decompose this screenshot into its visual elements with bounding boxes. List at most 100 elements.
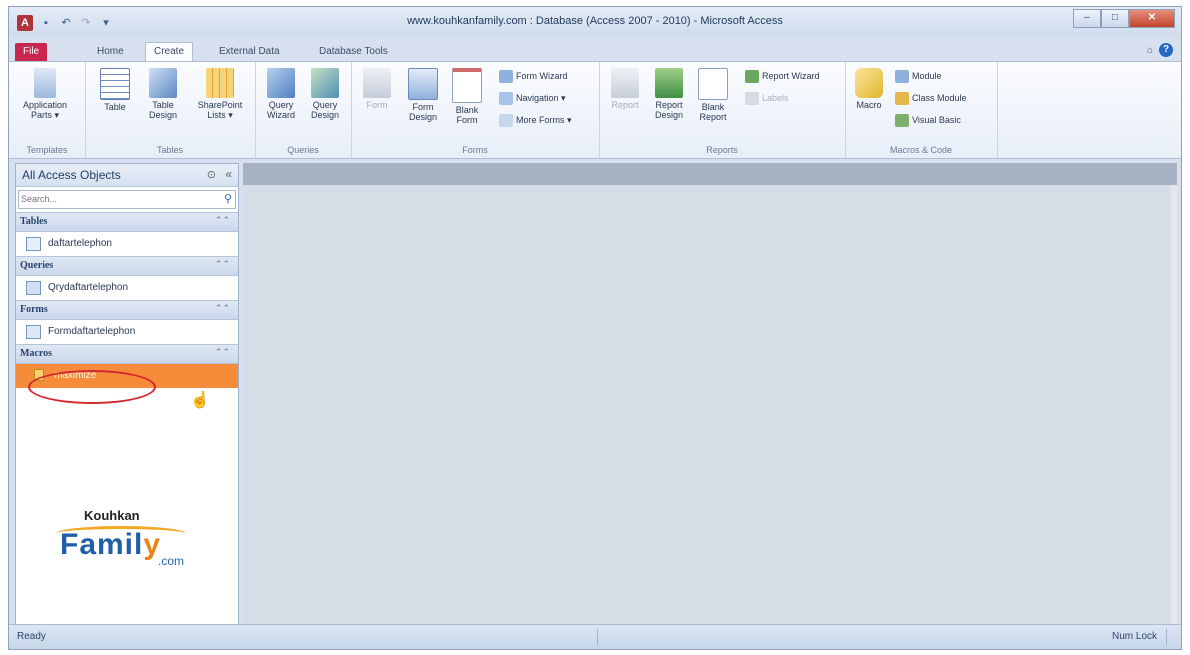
form-wizard-label: Form Wizard xyxy=(516,71,568,81)
group-label-templates: Templates xyxy=(26,145,68,155)
help-area: ⌂ ? xyxy=(1147,43,1173,57)
navigation-pane-header[interactable]: All Access Objects ⊙ « xyxy=(16,164,238,187)
tab-file[interactable]: File xyxy=(15,43,48,61)
group-header-label: Forms xyxy=(20,304,48,315)
blank-form-label: Blank Form xyxy=(455,105,479,125)
more-forms-button[interactable]: More Forms ▾ xyxy=(499,112,572,128)
list-item-form[interactable]: Formdaftartelephon xyxy=(16,320,238,344)
collapse-icon[interactable]: ⌃⌃ xyxy=(215,259,230,270)
query-design-icon xyxy=(311,68,339,98)
document-tab-strip xyxy=(243,163,1177,185)
status-divider xyxy=(1166,629,1167,645)
more-forms-icon xyxy=(499,113,513,127)
group-header-tables[interactable]: Tables ⌃⌃ xyxy=(16,212,238,232)
application-parts-icon xyxy=(34,68,56,98)
navigation-pane-title: All Access Objects xyxy=(22,168,121,182)
window-controls: – □ ✕ xyxy=(1073,9,1175,28)
group-macros-code: Macro Module Class Module Visual Basic M… xyxy=(845,62,998,158)
blank-report-icon xyxy=(698,68,728,100)
table-icon xyxy=(100,68,130,100)
table-icon xyxy=(26,237,41,251)
workspace-scrollbar[interactable] xyxy=(1171,185,1177,625)
navigation-button[interactable]: Navigation ▾ xyxy=(499,90,566,106)
labels-button[interactable]: Labels xyxy=(745,90,789,106)
query-wizard-button[interactable]: Query Wizard xyxy=(259,68,303,120)
group-label-tables: Tables xyxy=(156,145,183,155)
tab-create[interactable]: Create xyxy=(145,42,194,61)
macro-button[interactable]: Macro xyxy=(847,68,891,110)
group-label-reports: Reports xyxy=(706,145,738,155)
form-label: Form xyxy=(366,100,388,110)
sharepoint-lists-button[interactable]: SharePoint Lists ▾ xyxy=(193,68,247,121)
status-text: Ready xyxy=(17,631,46,642)
logo-top-text: Kouhkan xyxy=(84,508,140,523)
group-header-label: Queries xyxy=(20,260,54,271)
sharepoint-lists-label: SharePoint Lists ▾ xyxy=(197,100,243,120)
title-bar: A ▪ ↶ ↷ ▾ www.kouhkanfamily.com : Databa… xyxy=(9,7,1181,37)
document-workspace xyxy=(243,163,1177,625)
tab-home[interactable]: Home xyxy=(89,43,132,61)
close-button[interactable]: ✕ xyxy=(1129,9,1175,28)
group-reports: Report Report Design Blank Report Report… xyxy=(599,62,846,158)
list-item-query[interactable]: Qrydaftartelephon xyxy=(16,276,238,300)
group-header-queries[interactable]: Queries ⌃⌃ xyxy=(16,256,238,276)
report-design-label: Report Design xyxy=(654,100,683,120)
kouhkan-family-logo: Kouhkan Family .com xyxy=(46,504,196,584)
blank-report-button[interactable]: Blank Report xyxy=(691,68,735,122)
form-icon xyxy=(363,68,391,98)
blank-form-icon xyxy=(452,68,482,103)
highlight-oval xyxy=(28,370,156,404)
class-module-button[interactable]: Class Module xyxy=(895,90,967,106)
collapse-icon[interactable]: ⌃⌃ xyxy=(215,347,230,358)
group-header-label: Tables xyxy=(20,216,48,227)
query-design-label: Query Design xyxy=(310,100,339,120)
sharepoint-lists-icon xyxy=(206,68,234,98)
module-label: Module xyxy=(912,71,942,81)
report-wizard-button[interactable]: Report Wizard xyxy=(745,68,820,84)
ribbon: Application Parts ▾ Templates Table Tabl… xyxy=(9,61,1181,159)
application-parts-label: Application Parts ▾ xyxy=(23,100,68,120)
module-button[interactable]: Module xyxy=(895,68,942,84)
report-wizard-icon xyxy=(745,69,759,83)
table-label: Table xyxy=(104,102,126,112)
access-window: A ▪ ↶ ↷ ▾ www.kouhkanfamily.com : Databa… xyxy=(8,6,1182,650)
table-design-button[interactable]: Table Design xyxy=(141,68,185,120)
form-wizard-button[interactable]: Form Wizard xyxy=(499,68,568,84)
maximize-button[interactable]: □ xyxy=(1101,9,1129,28)
report-design-button[interactable]: Report Design xyxy=(647,68,691,120)
query-wizard-icon xyxy=(267,68,295,98)
navigation-icon xyxy=(499,91,513,105)
collapse-icon[interactable]: ⌃⌃ xyxy=(215,303,230,314)
visual-basic-button[interactable]: Visual Basic xyxy=(895,112,961,128)
list-item-table[interactable]: daftartelephon xyxy=(16,232,238,256)
module-icon xyxy=(895,69,909,83)
report-icon xyxy=(611,68,639,98)
form-design-label: Form Design xyxy=(408,102,437,122)
query-design-button[interactable]: Query Design xyxy=(303,68,347,120)
group-header-forms[interactable]: Forms ⌃⌃ xyxy=(16,300,238,320)
group-label-macros-code: Macros & Code xyxy=(889,145,953,155)
minimize-button[interactable]: – xyxy=(1073,9,1101,28)
blank-form-button[interactable]: Blank Form xyxy=(445,68,489,125)
group-label-queries: Queries xyxy=(287,145,319,155)
shutter-bar-close-icon[interactable]: « xyxy=(225,167,232,181)
query-wizard-label: Query Wizard xyxy=(266,100,295,120)
report-label: Report xyxy=(611,100,639,110)
form-button[interactable]: Form xyxy=(355,68,399,110)
group-label-forms: Forms xyxy=(462,145,488,155)
tab-database-tools[interactable]: Database Tools xyxy=(311,43,396,61)
form-design-button[interactable]: Form Design xyxy=(401,68,445,122)
table-button[interactable]: Table xyxy=(93,68,137,112)
mouse-cursor-icon: ☝ xyxy=(190,392,210,409)
chevron-down-icon[interactable]: ⊙ xyxy=(207,168,216,181)
application-parts-button[interactable]: Application Parts ▾ xyxy=(23,68,67,121)
report-button[interactable]: Report xyxy=(603,68,647,110)
ribbon-tabs: File Home Create External Data Database … xyxy=(9,37,1181,61)
search-input[interactable] xyxy=(19,191,201,206)
group-header-macros[interactable]: Macros ⌃⌃ xyxy=(16,344,238,364)
help-icon[interactable]: ? xyxy=(1159,43,1173,57)
search-icon[interactable]: ⚲ xyxy=(224,192,232,205)
collapse-icon[interactable]: ⌃⌃ xyxy=(215,215,230,226)
minimize-ribbon-icon[interactable]: ⌂ xyxy=(1147,45,1153,56)
tab-external-data[interactable]: External Data xyxy=(211,43,288,61)
